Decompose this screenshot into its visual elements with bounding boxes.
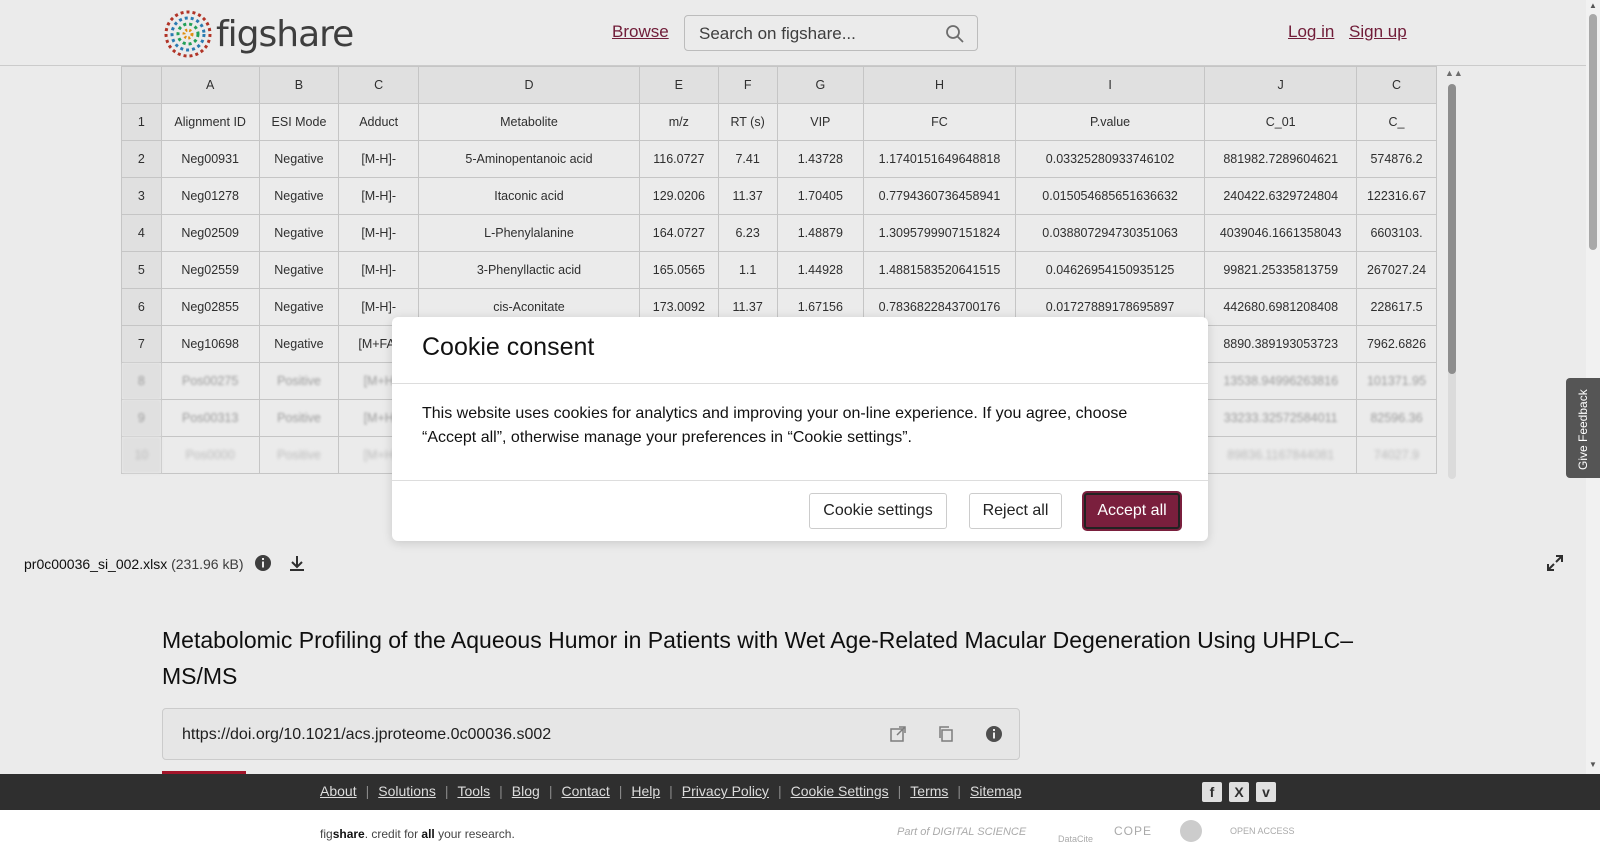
footer-separator: | bbox=[618, 783, 623, 799]
accept-all-button[interactable]: Accept all bbox=[1084, 493, 1180, 529]
footer-link-help[interactable]: Help bbox=[631, 783, 660, 799]
dialog-divider bbox=[392, 383, 1208, 384]
footer-link-cookie-settings[interactable]: Cookie Settings bbox=[791, 783, 889, 799]
tagline-mid: . credit for bbox=[364, 827, 422, 841]
cookie-dialog-title: Cookie consent bbox=[422, 333, 595, 361]
open-access-logo[interactable]: OPEN ACCESS bbox=[1230, 826, 1295, 836]
tagline-all: all bbox=[421, 827, 435, 841]
digital-science-logo[interactable]: Part of DIGITAL SCIENCE bbox=[897, 826, 1026, 838]
dialog-divider bbox=[392, 480, 1208, 481]
footer-separator: | bbox=[548, 783, 553, 799]
footer-links: About | Solutions | Tools | Blog | Contact | Help |… bbox=[320, 783, 1021, 799]
cope-logo[interactable]: COPE bbox=[1114, 824, 1152, 838]
footer-separator: | bbox=[669, 783, 673, 799]
tagline-end: your research. bbox=[434, 827, 515, 841]
footer-link-terms[interactable]: Terms bbox=[910, 783, 948, 799]
footer-separator: | bbox=[777, 783, 782, 799]
footer-separator: | bbox=[444, 783, 449, 799]
give-feedback-label: Give Feedback bbox=[1576, 389, 1590, 470]
site-footer: About | Solutions | Tools | Blog | Contact | Help |… bbox=[0, 774, 1600, 810]
footer-link-tools[interactable]: Tools bbox=[457, 783, 490, 799]
footer-link-solutions[interactable]: Solutions bbox=[378, 783, 436, 799]
footer-link-sitemap[interactable]: Sitemap bbox=[970, 783, 1021, 799]
cookie-settings-button[interactable]: Cookie settings bbox=[809, 493, 947, 529]
datacite-logo[interactable]: DataCite bbox=[1058, 834, 1093, 844]
footer-link-contact[interactable]: Contact bbox=[561, 783, 609, 799]
page-scroll-thumb[interactable] bbox=[1589, 14, 1597, 250]
footer-link-privacy-policy[interactable]: Privacy Policy bbox=[682, 783, 769, 799]
page-scroll-up-icon[interactable]: ▲ bbox=[1589, 1, 1597, 10]
tagline-share: share bbox=[332, 827, 365, 841]
footer-tagline: figshare. credit for all your research. bbox=[320, 827, 515, 841]
footer-link-blog[interactable]: Blog bbox=[512, 783, 540, 799]
footer-separator: | bbox=[897, 783, 902, 799]
footer-link-about[interactable]: About bbox=[320, 783, 357, 799]
footer-separator: | bbox=[499, 783, 503, 799]
facebook-icon[interactable]: f bbox=[1202, 782, 1222, 802]
page-scroll-down-icon[interactable]: ▼ bbox=[1589, 760, 1597, 769]
sub-footer: figshare. credit for all your research. … bbox=[0, 810, 1600, 857]
footer-separator: | bbox=[957, 783, 962, 799]
cookie-consent-dialog: Cookie consent This website uses cookies… bbox=[392, 317, 1208, 541]
reject-all-button[interactable]: Reject all bbox=[969, 493, 1062, 529]
cookie-dialog-body: This website uses cookies for analytics … bbox=[422, 405, 1128, 446]
vimeo-icon[interactable]: v bbox=[1256, 782, 1276, 802]
give-feedback-tab[interactable]: Give Feedback bbox=[1566, 378, 1600, 478]
x-twitter-icon[interactable]: X bbox=[1229, 782, 1249, 802]
footer-separator: | bbox=[365, 783, 370, 799]
seal-logo-icon[interactable] bbox=[1180, 820, 1202, 842]
tagline-fig: fig bbox=[320, 827, 333, 841]
